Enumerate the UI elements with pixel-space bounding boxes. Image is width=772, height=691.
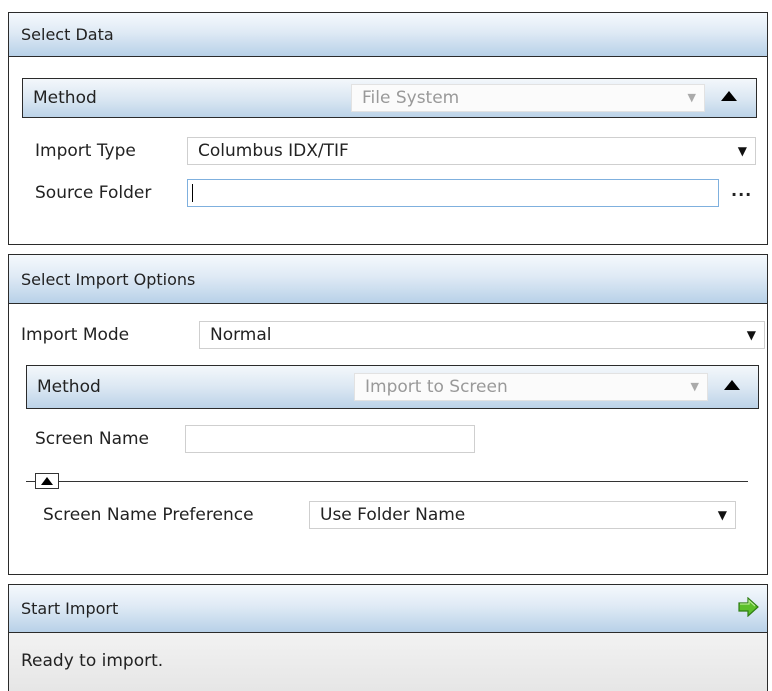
screen-name-input[interactable] (185, 425, 475, 453)
start-import-title: Start Import (21, 599, 119, 618)
select-data-title: Select Data (21, 25, 114, 44)
select-data-header[interactable]: Select Data (9, 13, 767, 57)
import-status: Ready to import. (9, 633, 767, 691)
collapse-up-icon (41, 477, 53, 485)
chevron-down-icon: ▼ (690, 380, 699, 393)
data-method-value: File System (362, 88, 460, 108)
import-type-label: Import Type (35, 141, 136, 161)
import-type-value: Columbus IDX/TIF (198, 141, 349, 161)
screen-name-pref-label: Screen Name Preference (43, 505, 254, 525)
import-mode-label: Import Mode (21, 325, 130, 345)
import-options-panel: Select Import Options Import Mode Normal… (8, 254, 768, 575)
import-method-select: Import to Screen ▼ (354, 373, 708, 401)
collapse-up-icon[interactable] (724, 380, 740, 390)
data-method-select: File System ▼ (351, 84, 705, 112)
start-import-panel: Start Import Ready to import. (8, 584, 768, 691)
import-method-label: Method (37, 377, 101, 397)
chevron-down-icon: ▼ (717, 508, 727, 522)
data-method-label: Method (33, 88, 97, 108)
import-method-bar: Method Import to Screen ▼ (26, 365, 759, 409)
green-arrow-right-icon[interactable] (737, 597, 759, 617)
data-method-bar: Method File System ▼ (22, 78, 757, 118)
import-mode-select[interactable]: Normal ▼ (199, 321, 765, 349)
source-folder-input[interactable] (187, 179, 719, 207)
browse-button[interactable]: ... (731, 181, 752, 200)
start-import-header[interactable]: Start Import (9, 585, 767, 633)
chevron-down-icon: ▼ (737, 144, 747, 158)
options-divider (26, 481, 748, 482)
chevron-down-icon: ▼ (687, 91, 696, 104)
source-folder-label: Source Folder (35, 183, 152, 203)
import-mode-value: Normal (210, 325, 272, 345)
import-options-title: Select Import Options (21, 270, 196, 289)
screen-name-label: Screen Name (35, 429, 150, 449)
screen-name-pref-value: Use Folder Name (320, 505, 466, 525)
chevron-down-icon: ▼ (746, 328, 756, 342)
screen-name-pref-select[interactable]: Use Folder Name ▼ (309, 501, 736, 529)
import-options-header[interactable]: Select Import Options (9, 255, 767, 304)
text-caret (192, 184, 193, 202)
import-status-text: Ready to import. (21, 651, 164, 671)
toggle-advanced-button[interactable] (35, 473, 59, 489)
collapse-up-icon[interactable] (721, 91, 737, 101)
select-data-panel: Select Data Method File System ▼ Import … (8, 12, 768, 245)
import-method-value: Import to Screen (365, 377, 508, 397)
import-type-select[interactable]: Columbus IDX/TIF ▼ (187, 137, 756, 165)
